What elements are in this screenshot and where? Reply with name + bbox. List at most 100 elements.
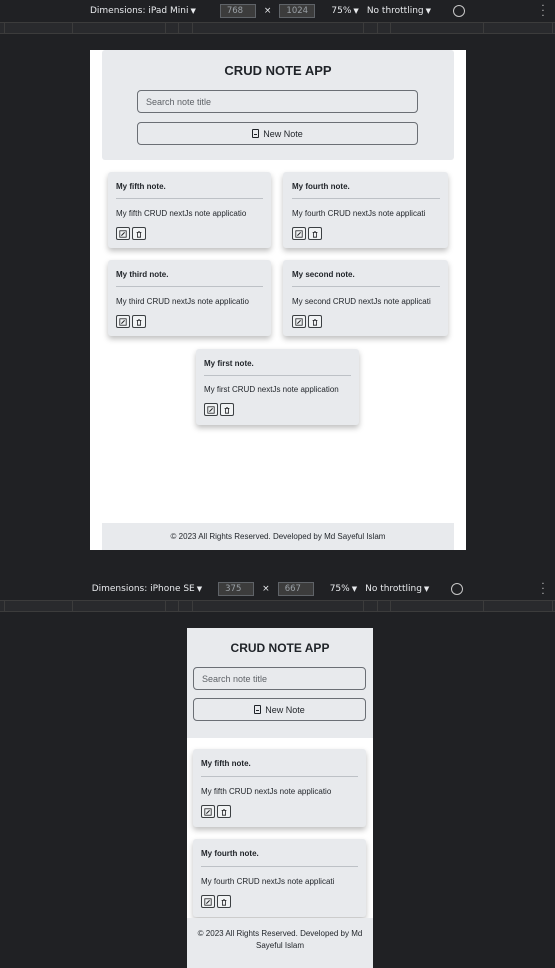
delete-button[interactable] [132, 227, 146, 240]
caret-down-icon: ▼ [196, 585, 203, 593]
iphone-devtools-panel: Dimensions: iPhone SE ▼ 375 × 667 75% ▼ No… [0, 578, 555, 968]
rotate-icon[interactable] [453, 5, 466, 17]
width-input[interactable]: 768 [219, 4, 256, 18]
media-query-ruler [0, 600, 555, 612]
media-query-ruler [0, 22, 555, 34]
caret-down-icon: ▼ [425, 7, 432, 15]
divider [292, 198, 440, 199]
ipad-viewport: CRUD NOTE APP Search note title New Note… [90, 50, 466, 550]
footer-line: © 2023 All Rights Reserved. Developed by… [197, 929, 363, 938]
zoom-select[interactable]: 75% ▼ [331, 6, 358, 16]
ipad-devtools-panel: Dimensions: iPad Mini ▼ 768 × 1024 75% ▼ N… [0, 0, 555, 578]
note-actions [201, 805, 231, 818]
note-actions [292, 315, 322, 328]
edit-button[interactable] [116, 227, 130, 240]
more-options-icon[interactable]: · · · [541, 580, 545, 600]
edit-icon [119, 317, 127, 326]
edit-button[interactable] [204, 403, 218, 416]
device-toolbar: Dimensions: iPhone SE ▼ 375 × 667 75% ▼ No… [0, 578, 555, 600]
delete-button[interactable] [308, 315, 322, 328]
caret-down-icon: ▼ [423, 585, 430, 593]
note-actions [116, 315, 146, 328]
edit-button[interactable] [292, 315, 306, 328]
divider [204, 375, 351, 376]
zoom-select[interactable]: 75% ▼ [330, 584, 357, 594]
edit-icon [295, 317, 303, 326]
note-body: My third CRUD nextJs note applicatio [116, 297, 249, 306]
delete-button[interactable] [132, 315, 146, 328]
note-card: My fourth note. My fourth CRUD nextJs no… [193, 839, 366, 917]
search-input[interactable]: Search note title [137, 90, 418, 113]
trash-icon [136, 318, 142, 326]
edit-button[interactable] [201, 895, 215, 908]
note-card: My fifth note. My fifth CRUD nextJs note… [108, 172, 271, 248]
note-title: My fifth note. [201, 759, 251, 768]
note-title: My second note. [292, 270, 355, 279]
edit-icon [119, 229, 127, 238]
note-card: My fifth note. My fifth CRUD nextJs note… [193, 749, 366, 827]
app-header: CRUD NOTE APP Search note title New Note [102, 50, 454, 160]
note-actions [204, 403, 234, 416]
height-input[interactable]: 1024 [279, 4, 316, 18]
new-note-label: New Note [263, 128, 303, 139]
width-input[interactable]: 375 [218, 582, 255, 596]
app-title: CRUD NOTE APP [224, 63, 332, 78]
zoom-label: 75% [331, 6, 352, 16]
note-body: My fourth CRUD nextJs note applicati [292, 209, 426, 218]
delete-button[interactable] [308, 227, 322, 240]
trash-icon [136, 230, 142, 238]
edit-icon [207, 405, 215, 414]
edit-button[interactable] [201, 805, 215, 818]
divider [201, 776, 358, 777]
device-select[interactable]: Dimensions: iPhone SE ▼ [92, 584, 202, 594]
search-input[interactable]: Search note title [193, 667, 366, 690]
note-actions [201, 895, 231, 908]
trash-icon [312, 230, 318, 238]
edit-button[interactable] [292, 227, 306, 240]
trash-icon [224, 406, 230, 414]
throttle-label: No throttling [366, 6, 424, 16]
delete-button[interactable] [217, 805, 231, 818]
divider [292, 286, 440, 287]
divider [116, 198, 263, 199]
edit-icon [204, 807, 212, 816]
note-actions [292, 227, 322, 240]
iphone-viewport: CRUD NOTE APP Search note title New Note… [187, 628, 373, 968]
divider [116, 286, 263, 287]
throttle-label: No throttling [365, 584, 422, 594]
caret-down-icon: ▼ [190, 7, 196, 15]
zoom-label: 75% [329, 584, 350, 594]
note-card: My fourth note. My fourth CRUD nextJs no… [283, 172, 448, 248]
device-label: Dimensions: iPad Mini [89, 6, 189, 16]
note-body: My fifth CRUD nextJs note applicatio [201, 787, 332, 796]
note-title: My fourth note. [201, 849, 259, 858]
delete-button[interactable] [217, 895, 231, 908]
note-card: My second note. My second CRUD nextJs no… [283, 260, 448, 336]
rotate-icon[interactable] [451, 583, 464, 595]
times-sign: × [262, 584, 270, 594]
new-note-button[interactable]: New Note [193, 698, 366, 721]
throttle-select[interactable]: No throttling ▼ [365, 584, 429, 594]
throttle-select[interactable]: No throttling ▼ [367, 6, 431, 16]
note-title: My fourth note. [292, 182, 350, 191]
device-select[interactable]: Dimensions: iPad Mini ▼ [90, 6, 196, 16]
new-note-button[interactable]: New Note [137, 122, 418, 145]
trash-icon [312, 318, 318, 326]
edit-button[interactable] [116, 315, 130, 328]
delete-button[interactable] [220, 403, 234, 416]
height-input[interactable]: 667 [277, 582, 314, 596]
device-label: Dimensions: iPhone SE [91, 584, 195, 594]
edit-icon [295, 229, 303, 238]
note-body: My fourth CRUD nextJs note applicati [201, 877, 335, 886]
edit-icon [204, 897, 212, 906]
more-options-icon[interactable]: · · · [541, 2, 545, 22]
note-card: My first note. My first CRUD nextJs note… [196, 349, 359, 425]
new-note-label: New Note [265, 704, 305, 715]
caret-down-icon: ▼ [353, 7, 359, 15]
app-footer: © 2023 All Rights Reserved. Developed by… [102, 523, 454, 550]
app-footer: © 2023 All Rights Reserved. Developed by… [187, 918, 373, 968]
app-title: CRUD NOTE APP [230, 641, 330, 655]
note-body: My fifth CRUD nextJs note applicatio [116, 209, 247, 218]
times-sign: × [263, 6, 272, 16]
note-title: My third note. [116, 270, 169, 279]
